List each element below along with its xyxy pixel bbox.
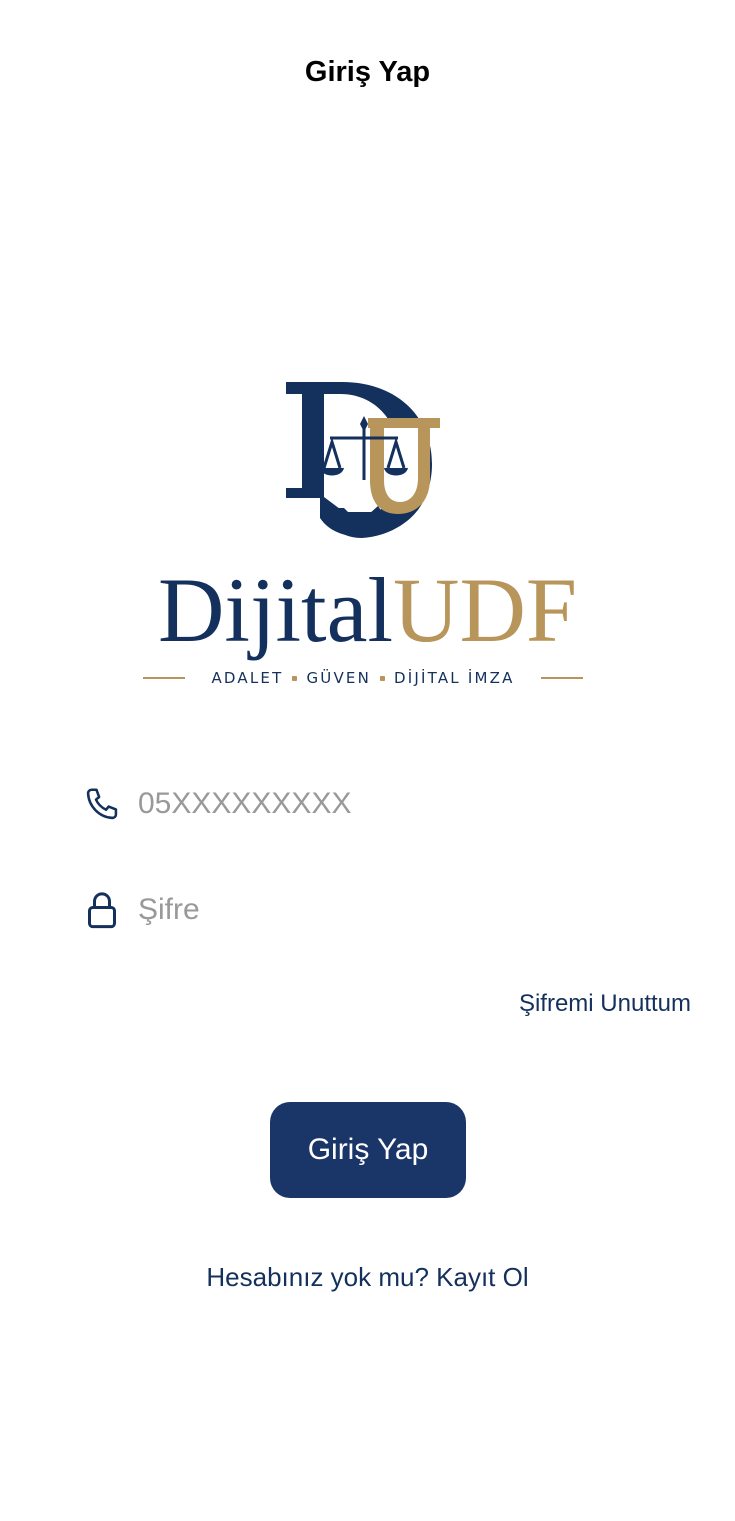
brand-word-accent: UDF — [393, 559, 578, 661]
page-title: Giriş Yap — [304, 56, 431, 88]
tagline-divider-left — [143, 677, 185, 679]
signup-link[interactable]: Hesabınız yok mu? Kayıt Ol — [0, 1262, 735, 1293]
tagline-dot — [380, 675, 386, 681]
phone-input[interactable] — [138, 779, 682, 829]
tagline-item-2: GÜVEN — [306, 669, 372, 687]
scales-of-justice-monogram-icon — [286, 382, 440, 538]
forgot-password-link[interactable]: Şifremi Unuttum — [519, 990, 691, 1018]
tagline-dot — [292, 675, 298, 681]
phone-field — [82, 774, 682, 834]
login-button[interactable]: Giriş Yap — [270, 1102, 466, 1198]
brand-word-primary: Dijital — [157, 559, 394, 661]
brand-tagline: ADALET GÜVEN DİJİTAL İMZA — [143, 666, 583, 690]
password-input[interactable] — [138, 885, 682, 935]
tagline-item-1: ADALET — [211, 669, 284, 687]
brand-wordmark: DijitalUDF — [0, 560, 735, 660]
tagline-divider-right — [541, 677, 583, 679]
lock-icon — [82, 890, 122, 930]
tagline-item-3: DİJİTAL İMZA — [394, 669, 515, 687]
password-field — [82, 880, 682, 940]
phone-icon — [82, 784, 122, 824]
